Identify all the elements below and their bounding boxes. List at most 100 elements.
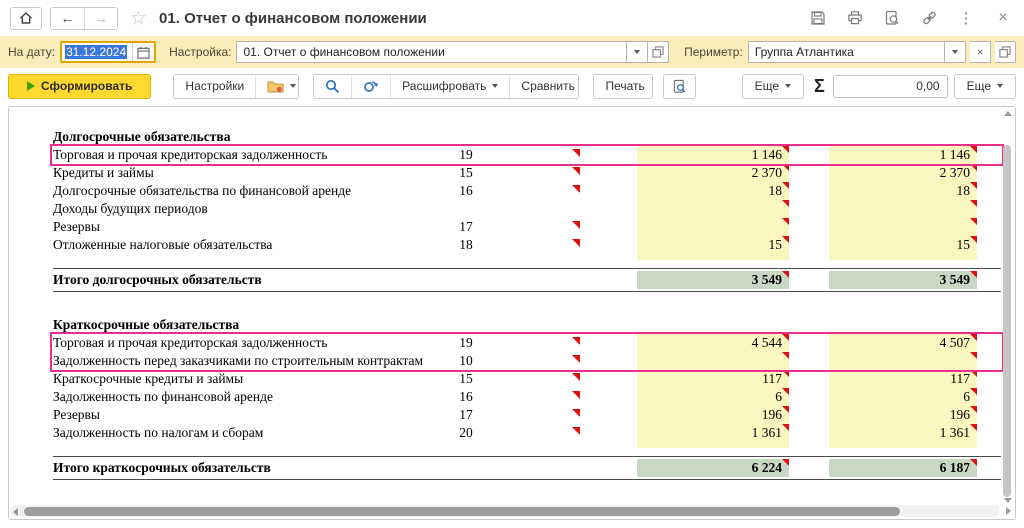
row-label-cell[interactable]: Задолженность по налогам и сборам: [53, 425, 436, 441]
perimeter-open-button[interactable]: [995, 41, 1017, 63]
note-number-cell[interactable]: 16: [436, 183, 496, 199]
comment-corner-icon: [970, 271, 977, 278]
value-cell-period1[interactable]: [637, 352, 789, 370]
table-row: Резервы 17: [9, 218, 1015, 236]
row-label-cell[interactable]: Торговая и прочая кредиторская задолженн…: [53, 147, 436, 163]
save-icon: [811, 11, 825, 25]
search-button[interactable]: [314, 74, 352, 98]
setting-value: 01. Отчет о финансовом положении: [243, 45, 445, 59]
value-cell-period2[interactable]: [829, 200, 977, 218]
save-button[interactable]: [807, 7, 829, 29]
favorite-star-icon[interactable]: ☆: [130, 7, 147, 30]
horizontal-scroll-thumb[interactable]: [24, 506, 900, 516]
value-cell-period1[interactable]: 2 370: [637, 164, 789, 182]
perimeter-clear-button[interactable]: ×: [970, 41, 992, 63]
home-button[interactable]: [10, 6, 42, 30]
value-cell-period1[interactable]: [637, 200, 789, 218]
total-label-cell[interactable]: Итого долгосрочных обязательств: [53, 272, 436, 288]
total-label-cell[interactable]: Итого краткосрочных обязательств: [53, 460, 436, 476]
setting-input[interactable]: 01. Отчет о финансовом положении: [236, 41, 628, 63]
scroll-down-icon[interactable]: [1004, 498, 1012, 503]
settings-button[interactable]: Настройки: [174, 74, 256, 98]
value-cell-period2[interactable]: 4 507: [829, 334, 977, 352]
vertical-scroll-thumb[interactable]: [1003, 145, 1011, 497]
value-cell-period1[interactable]: 4 544: [637, 334, 789, 352]
row-label-cell[interactable]: Отложенные налоговые обязательства: [53, 237, 436, 253]
total-value-cell-period1[interactable]: 3 549: [637, 271, 789, 289]
section-title[interactable]: Долгосрочные обязательства: [53, 129, 436, 145]
value-cell-period2[interactable]: 196: [829, 406, 977, 424]
row-label-cell[interactable]: Задолженность по финансовой аренде: [53, 389, 436, 405]
autosum-field[interactable]: 0,00: [832, 74, 948, 98]
scroll-up-icon[interactable]: [1004, 111, 1012, 116]
note-number-cell[interactable]: 15: [436, 371, 496, 387]
print-table-button[interactable]: Печать: [594, 74, 652, 98]
value-cell-period1[interactable]: [637, 218, 789, 236]
report-variants-button[interactable]: [255, 74, 299, 98]
value-cell-period1[interactable]: 196: [637, 406, 789, 424]
window-header: ← → ☆ 01. Отчет о финансовом положении ⋮…: [0, 0, 1024, 36]
print-preview-button[interactable]: [662, 73, 696, 99]
row-label-cell[interactable]: Кредиты и займы: [53, 165, 436, 181]
more-menu-button[interactable]: ⋮: [955, 7, 977, 29]
value-cell-period1[interactable]: 117: [637, 370, 789, 388]
value-cell-period2[interactable]: 1 361: [829, 424, 977, 442]
note-number-cell[interactable]: 19: [436, 147, 496, 163]
value-cell-period1[interactable]: 6: [637, 388, 789, 406]
note-number-cell[interactable]: 16: [436, 389, 496, 405]
value-cell-period1[interactable]: 18: [637, 182, 789, 200]
search-next-button[interactable]: [351, 74, 391, 98]
value-cell-period1[interactable]: 1 146: [637, 146, 789, 164]
row-label-cell[interactable]: Доходы будущих периодов: [53, 201, 436, 217]
generate-button[interactable]: Сформировать: [8, 73, 152, 99]
setting-open-button[interactable]: [648, 41, 670, 63]
horizontal-scrollbar[interactable]: [11, 505, 999, 517]
setting-dropdown-button[interactable]: [627, 41, 649, 63]
value-cell-period1[interactable]: 15: [637, 236, 789, 254]
note-number-cell[interactable]: 17: [436, 407, 496, 423]
back-button[interactable]: ←: [51, 7, 84, 29]
print-button[interactable]: [844, 7, 866, 29]
value-cell-period2[interactable]: 1 146: [829, 146, 977, 164]
row-label-cell[interactable]: Задолженность перед заказчиками по строи…: [53, 353, 436, 369]
note-number-cell[interactable]: 18: [436, 237, 496, 253]
note-number-cell[interactable]: 19: [436, 335, 496, 351]
forward-button[interactable]: →: [84, 7, 117, 29]
row-label-cell[interactable]: Торговая и прочая кредиторская задолженн…: [53, 335, 436, 351]
calendar-button[interactable]: [132, 43, 155, 61]
total-value-cell-period1[interactable]: 6 224: [637, 459, 789, 477]
scroll-left-icon[interactable]: [13, 508, 18, 516]
compare-button[interactable]: Сравнить: [509, 74, 579, 98]
value-cell-period2[interactable]: 6: [829, 388, 977, 406]
more-button-2[interactable]: Еще: [953, 73, 1016, 99]
row-label-cell[interactable]: Резервы: [53, 407, 436, 423]
note-number-cell[interactable]: 15: [436, 165, 496, 181]
preview-button[interactable]: [881, 7, 903, 29]
value-cell-period2[interactable]: [829, 218, 977, 236]
vertical-scrollbar[interactable]: [1002, 109, 1013, 503]
note-number-cell[interactable]: 17: [436, 219, 496, 235]
decrypt-button[interactable]: Расшифровать: [390, 74, 510, 98]
value-cell-period1[interactable]: 1 361: [637, 424, 789, 442]
total-value-cell-period2[interactable]: 3 549: [829, 271, 977, 289]
row-label-cell[interactable]: Краткосрочные кредиты и займы: [53, 371, 436, 387]
more-button-1[interactable]: Еще: [741, 73, 805, 99]
scroll-right-icon[interactable]: [1006, 507, 1011, 515]
value-cell-period2[interactable]: 18: [829, 182, 977, 200]
note-number-cell[interactable]: 10: [436, 353, 496, 369]
value-cell-period2[interactable]: 15: [829, 236, 977, 254]
chevron-down-icon: [952, 50, 959, 54]
note-number-cell[interactable]: 20: [436, 425, 496, 441]
perimeter-input[interactable]: Группа Атлантика: [747, 41, 946, 63]
get-link-button[interactable]: [918, 7, 940, 29]
value-cell-period2[interactable]: [829, 352, 977, 370]
row-label-cell[interactable]: Долгосрочные обязательства по финансовой…: [53, 183, 436, 199]
value-cell-period2[interactable]: 2 370: [829, 164, 977, 182]
total-value-cell-period2[interactable]: 6 187: [829, 459, 977, 477]
row-label-cell[interactable]: Резервы: [53, 219, 436, 235]
date-input[interactable]: 31.12.2024: [62, 43, 132, 61]
close-button[interactable]: ×: [992, 7, 1014, 29]
section-title[interactable]: Краткосрочные обязательства: [53, 317, 436, 333]
value-cell-period2[interactable]: 117: [829, 370, 977, 388]
perimeter-dropdown-button[interactable]: [945, 41, 967, 63]
